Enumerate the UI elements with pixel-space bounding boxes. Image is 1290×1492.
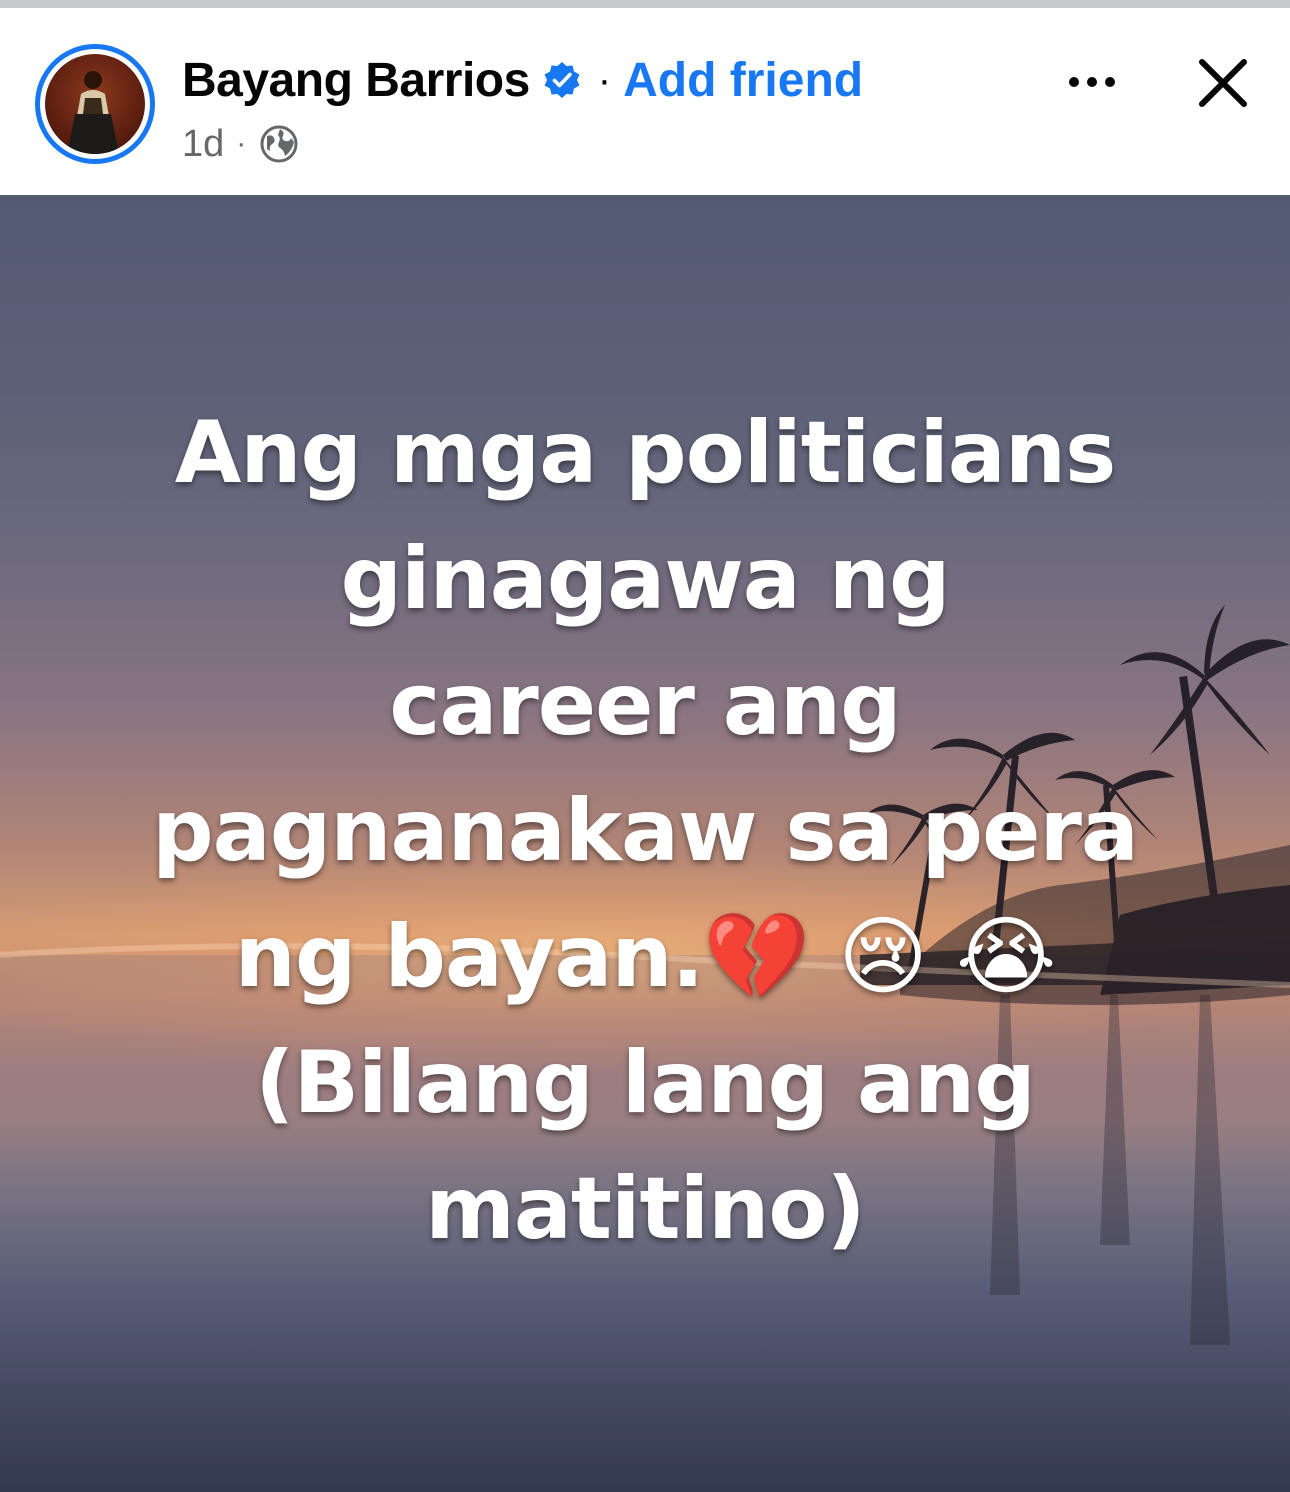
- quote-line: matitino): [425, 1159, 865, 1259]
- close-button[interactable]: [1190, 50, 1256, 116]
- more-options-icon: [1069, 77, 1115, 87]
- add-friend-link[interactable]: Add friend: [623, 53, 863, 108]
- close-icon: [1199, 59, 1247, 107]
- verified-badge-icon: [544, 62, 580, 98]
- post-meta: 1d ·: [182, 120, 300, 168]
- avatar-portrait: [67, 71, 119, 154]
- author-row: Bayang Barrios · Add friend: [182, 50, 863, 110]
- quote-line: ng bayan.💔 😢 😭: [234, 907, 1057, 1007]
- quote-line: career ang: [389, 655, 901, 755]
- quote-line: ginagawa ng: [340, 529, 950, 629]
- meta-separator: ·: [236, 127, 247, 160]
- more-options-button[interactable]: [1060, 60, 1124, 104]
- post-time[interactable]: 1d: [182, 123, 224, 166]
- quote-line: (Bilang lang ang: [255, 1033, 1036, 1133]
- quote-line: Ang mga politicians: [174, 403, 1117, 503]
- post-quote-text: Ang mga politicians ginagawa ng career a…: [60, 390, 1230, 1272]
- avatar-ring[interactable]: [35, 44, 155, 164]
- top-divider: [0, 0, 1290, 8]
- author-name[interactable]: Bayang Barrios: [182, 53, 530, 108]
- avatar[interactable]: [45, 54, 145, 154]
- post-header: Bayang Barrios · Add friend 1d ·: [0, 8, 1290, 195]
- separator-dot: ·: [597, 57, 612, 102]
- globe-icon[interactable]: [258, 123, 300, 165]
- facebook-post-viewer: Bayang Barrios · Add friend 1d · Ang mga…: [0, 0, 1290, 1492]
- quote-line: pagnanakaw sa pera: [152, 781, 1139, 881]
- post-image[interactable]: Ang mga politicians ginagawa ng career a…: [0, 195, 1290, 1492]
